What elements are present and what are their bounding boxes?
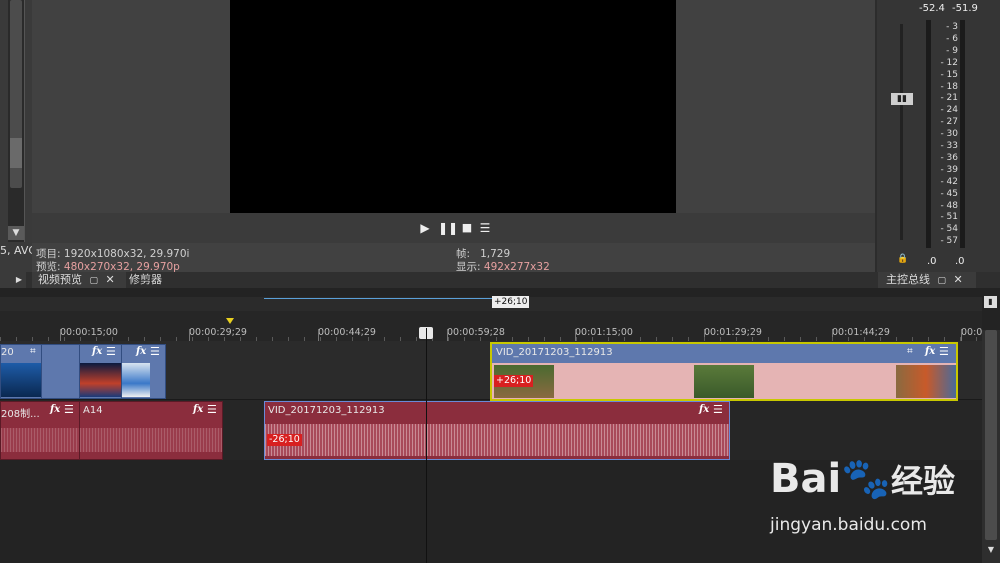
meter-scale-label: - 39 (940, 164, 958, 175)
media-format-label: 5, AVC (0, 244, 37, 257)
clip-title: 20 (1, 347, 14, 358)
tab-trimmer[interactable]: 修剪器 (126, 272, 189, 288)
meter-scale-label: - 51 (940, 212, 958, 223)
play-icon[interactable]: ▶ (418, 221, 432, 235)
preview-transport: ▶ ❚❚ ■ ☰ (32, 213, 875, 243)
ruler-timecode: 00:00:15;00 (60, 327, 118, 338)
meter-scale-label: - 33 (940, 141, 958, 151)
meter-scale-label: - 30 (940, 129, 958, 140)
close-icon[interactable]: ✕ (954, 273, 963, 286)
clip-thumbnail (694, 365, 754, 398)
lock-icon[interactable]: 🔒 (897, 254, 908, 264)
clip-menu-icon[interactable]: ☰ (939, 345, 949, 358)
selection-line (264, 298, 492, 299)
clip-title: VID_20171203_112913 (268, 405, 385, 416)
fx-icon[interactable]: fx (193, 404, 203, 415)
meter-scale-label: - 18 (940, 81, 958, 92)
meter-scale-label: - 48 (940, 200, 958, 211)
clip-thumbnail (1, 363, 42, 397)
meter-scale-label: - 6 (946, 33, 958, 44)
loop-marker-icon[interactable] (226, 318, 234, 324)
peak-right: -51.9 (952, 3, 978, 14)
clip-menu-icon[interactable]: ☰ (106, 345, 116, 358)
clip-menu-icon[interactable]: ☰ (64, 403, 74, 416)
pause-icon[interactable]: ❚❚ (438, 221, 458, 235)
fx-icon[interactable]: fx (925, 346, 935, 357)
peak-left: -52.4 (919, 3, 945, 14)
fx-icon[interactable]: fx (92, 346, 102, 357)
meter-scale-label: - 12 (940, 57, 958, 68)
meter-scale-label: - 27 (940, 117, 958, 128)
clip-title: 208制... (1, 409, 40, 420)
clip-thumbnail (122, 363, 150, 397)
marker-icon[interactable]: ▮ (984, 296, 997, 308)
video-clip-selected[interactable]: VID_20171203_112913 +26;10 (490, 342, 958, 401)
offset-badge: -26;10 (267, 434, 302, 446)
tab-scroll-left[interactable] (0, 272, 12, 288)
scroll-down-icon[interactable]: ▼ (8, 226, 24, 240)
audio-clip[interactable]: VID_20171203_112913 -26;10 (264, 401, 730, 460)
meter-bottom-right: .0 (955, 256, 965, 267)
meter-scale-label: - 42 (940, 176, 958, 187)
meter-bar-right (960, 20, 965, 248)
waveform (80, 428, 222, 452)
meter-bottom-left: .0 (927, 256, 937, 267)
meter-scale-label: - 36 (940, 152, 958, 163)
scroll-down-icon[interactable]: ▼ (984, 545, 998, 557)
meter-scale-label: - 57 (940, 236, 958, 247)
ruler-timecode: 00:0 (961, 327, 983, 338)
marker-bar[interactable] (0, 297, 982, 311)
preview-frame (230, 0, 676, 213)
fx-icon[interactable]: fx (699, 404, 709, 415)
meter-scale-label: - 3 (946, 22, 958, 32)
clip-title: A14 (83, 405, 103, 416)
ruler-major-tick (961, 329, 962, 341)
waveform (1, 428, 79, 452)
ruler-major-tick (318, 329, 319, 341)
watermark-url: jingyan.baidu.com (770, 515, 927, 535)
close-icon[interactable]: ✕ (106, 273, 115, 286)
fx-icon[interactable]: fx (136, 346, 146, 357)
ruler-timecode: 00:00:29;29 (189, 327, 247, 338)
ruler-timecode: 00:01:29;29 (704, 327, 762, 338)
meter-scale-label: - 24 (940, 105, 958, 116)
timeline-scroll-thumb[interactable] (985, 330, 997, 540)
video-clip[interactable] (41, 344, 81, 399)
video-clip[interactable]: 20 (0, 344, 43, 399)
fx-icon[interactable]: fx (50, 404, 60, 415)
stop-icon[interactable]: ■ (460, 221, 474, 235)
tab-arrow-icon[interactable]: ▶ (12, 272, 26, 288)
tab-master-bus[interactable]: 主控总线 ▢ ✕ (878, 272, 976, 288)
preview-menu-icon[interactable]: ☰ (478, 221, 492, 235)
tab-video-preview[interactable]: 视频预览 ▢ ✕ (32, 272, 126, 288)
meter-scale-label: - 15 (940, 69, 958, 80)
offset-badge: +26;10 (494, 375, 534, 387)
clip-title: VID_20171203_112913 (496, 347, 613, 358)
explorer-scrollbar[interactable] (8, 0, 25, 242)
ruler-major-tick (60, 329, 61, 341)
meter-bar-left (926, 20, 931, 248)
watermark-logo: Bai🐾经验 (770, 456, 956, 502)
clip-menu-icon[interactable]: ☰ (713, 403, 723, 416)
waveform (265, 424, 729, 456)
ruler-timecode: 00:01:44;29 (832, 327, 890, 338)
scrollbar-grip[interactable] (10, 138, 22, 168)
ruler-major-tick (189, 329, 190, 341)
meter-scale-label: - 45 (940, 188, 958, 199)
float-icon[interactable]: ▢ (90, 276, 99, 286)
meter-scale-label: - 9 (946, 45, 958, 56)
fader-handle[interactable]: ▮▮ (891, 93, 913, 105)
selection-offset-label: +26;10 (492, 296, 530, 308)
clip-thumbnail (80, 363, 122, 397)
meter-scale-label: - 54 (940, 224, 958, 235)
float-icon[interactable]: ▢ (938, 276, 947, 286)
clip-menu-icon[interactable]: ☰ (207, 403, 217, 416)
clip-thumbnail (896, 365, 956, 398)
clip-menu-icon[interactable]: ☰ (150, 345, 160, 358)
crop-icon[interactable]: ⌗ (30, 346, 36, 357)
playhead[interactable] (426, 328, 427, 563)
crop-icon[interactable]: ⌗ (907, 346, 913, 357)
meter-scale-label: - 21 (940, 93, 958, 104)
fader-track (900, 24, 903, 240)
